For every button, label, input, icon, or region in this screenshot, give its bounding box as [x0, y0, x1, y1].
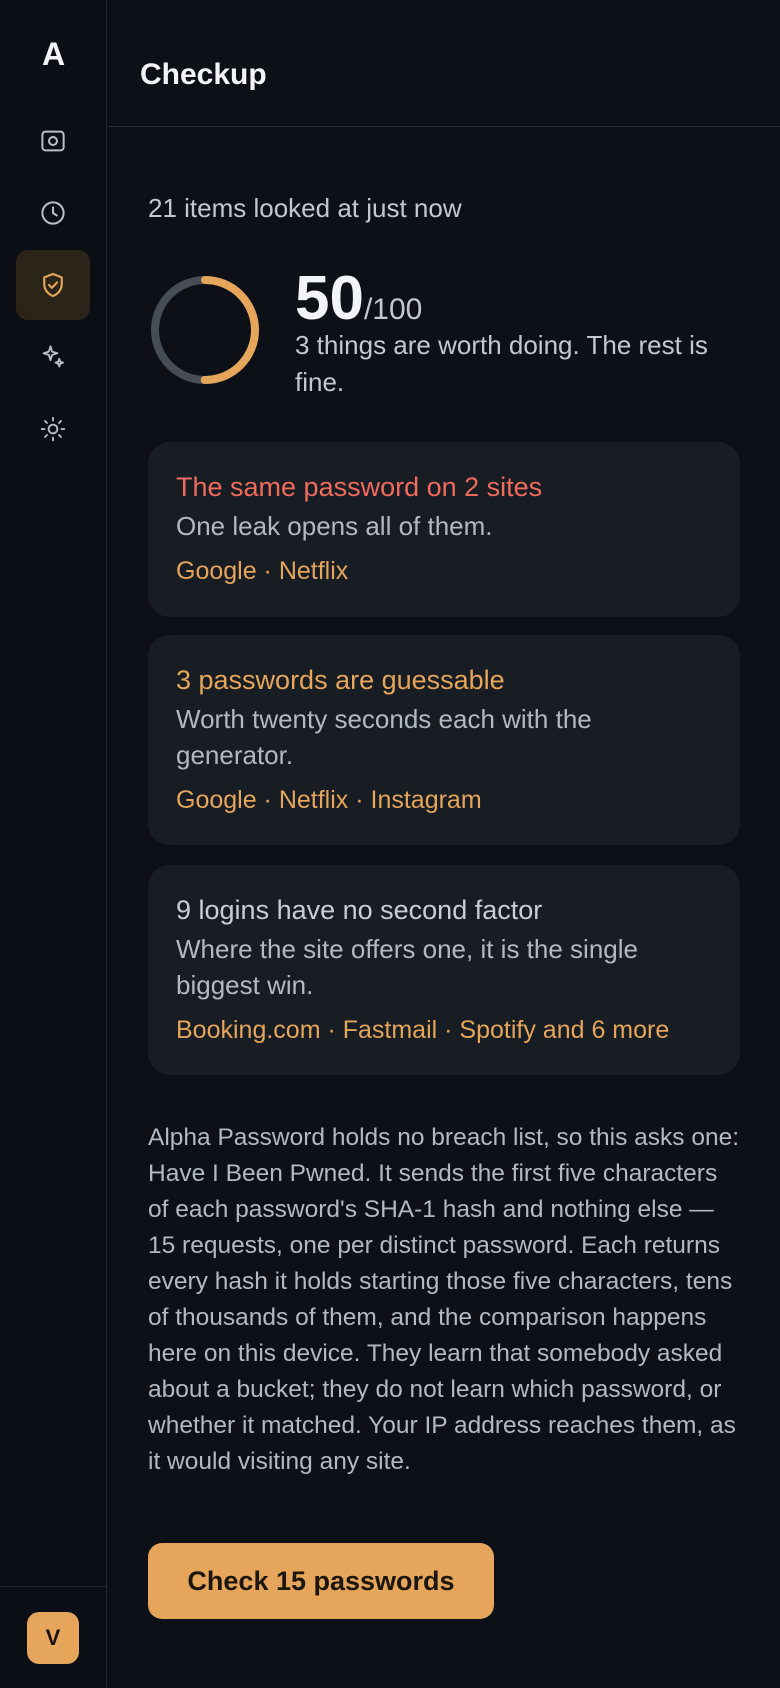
clock-icon: [41, 201, 65, 225]
score-max: /100: [363, 293, 423, 326]
score-summary: 3 things are worth doing. The rest is fi…: [295, 330, 708, 397]
shield-check-icon: [43, 272, 63, 298]
score: 50/100: [295, 263, 422, 334]
issue-card-reused[interactable]: The same password on 2 sites One leak op…: [148, 442, 740, 617]
issue-title: 9 logins have no second factor: [176, 895, 543, 925]
vault-icon: [41, 130, 65, 152]
issue-sites[interactable]: Google · Netflix: [176, 554, 712, 588]
score-value: 50: [295, 264, 364, 333]
sidebar-item-checkup[interactable]: [16, 250, 90, 320]
issue-title: The same password on 2 sites: [176, 472, 543, 502]
issue-card-2fa[interactable]: 9 logins have no second factor Where the…: [148, 865, 740, 1075]
issue-description: One leak opens all of them.: [176, 511, 493, 541]
issue-sites[interactable]: Google · Netflix · Instagram: [176, 783, 712, 817]
header: Checkup: [108, 0, 780, 127]
sidebar-divider: [0, 1586, 107, 1587]
app-logo: A: [41, 36, 66, 72]
breach-check-explanation: Alpha Password holds no breach list, so …: [148, 1124, 740, 1475]
sun-icon: [40, 416, 66, 442]
issue-card-weak[interactable]: 3 passwords are guessable Worth twenty s…: [148, 635, 740, 845]
sidebar-item-vault[interactable]: [16, 106, 90, 176]
scan-status: 21 items looked at just now: [148, 193, 462, 223]
sidebar: A V: [0, 0, 107, 1688]
sidebar-item-generator[interactable]: [16, 322, 90, 392]
sparkles-icon: [42, 345, 64, 368]
avatar[interactable]: V: [27, 1612, 79, 1664]
sidebar-item-settings[interactable]: [16, 394, 90, 464]
issue-description: Worth twenty seconds each with the gener…: [176, 704, 592, 770]
app: A V Checkup 21 items looked at just now …: [0, 0, 780, 1688]
issue-sites[interactable]: Booking.com · Fastmail · Spotify and 6 m…: [176, 1013, 712, 1047]
issue-title: 3 passwords are guessable: [176, 665, 505, 695]
issue-description: Where the site offers one, it is the sin…: [176, 934, 638, 1000]
page-title: Checkup: [140, 58, 267, 91]
check-passwords-button[interactable]: Check 15 passwords: [148, 1543, 494, 1619]
sidebar-item-history[interactable]: [16, 178, 90, 248]
score-ring: [151, 276, 259, 384]
